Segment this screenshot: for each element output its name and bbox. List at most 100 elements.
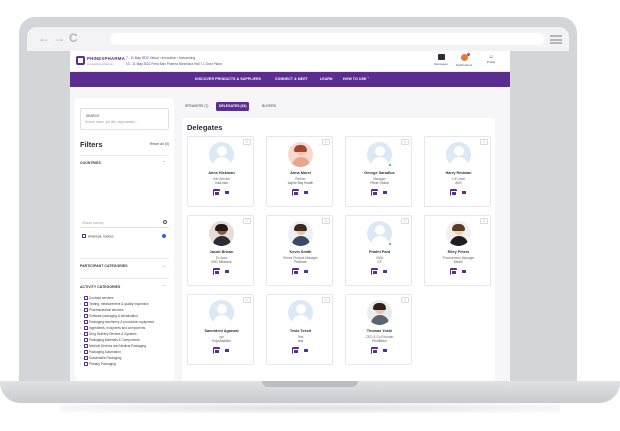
countries-section-toggle[interactable]: COUNTRIES — [80, 161, 101, 165]
delegate-card[interactable]: ☆ George Saradiuc Manager Pfizer Global — [345, 136, 412, 207]
checkbox[interactable] — [83, 362, 88, 367]
star-icon[interactable]: ☆ — [243, 139, 251, 145]
calendar-icon[interactable] — [370, 189, 378, 196]
participant-categories-toggle[interactable]: PARTICIPANT CATEGORIES — [80, 264, 128, 268]
message-icon[interactable] — [224, 347, 231, 354]
delegate-card[interactable]: ☆ Riley Peters Procurement Manager MediX — [424, 215, 491, 286]
chevron-right-icon[interactable]: › — [80, 362, 81, 366]
activity-category-item[interactable]: › Medical Devices and Medical Packaging — [80, 344, 169, 349]
calendar-icon[interactable] — [449, 189, 457, 196]
checkbox[interactable] — [83, 314, 88, 319]
checkbox[interactable] — [83, 338, 88, 343]
star-icon[interactable]: ☆ — [401, 139, 409, 145]
calendar-icon[interactable] — [291, 347, 299, 354]
calendar-icon[interactable] — [370, 268, 378, 275]
chevron-right-icon[interactable]: › — [80, 296, 81, 300]
activity-category-item[interactable]: › Contract services — [80, 296, 169, 301]
avatar-placeholder[interactable] — [446, 142, 471, 167]
chevron-right-icon[interactable]: › — [80, 308, 81, 312]
avatar-placeholder[interactable] — [209, 142, 234, 167]
activity-category-item[interactable]: › Drug Delivery Devices & Systems — [80, 332, 169, 337]
delegate-card[interactable]: ☆ Anna Morel Partner Aspire Bay Health — [266, 136, 333, 207]
delegate-name[interactable]: Anna Morel — [267, 171, 334, 175]
calendar-icon[interactable] — [212, 268, 220, 275]
checkbox[interactable] — [83, 344, 88, 349]
message-icon[interactable] — [224, 268, 231, 275]
tab-delegates[interactable]: DELEGATES (33) — [216, 102, 250, 111]
chevron-up-icon[interactable]: ⌃ — [163, 284, 166, 289]
avatar[interactable] — [209, 221, 234, 246]
checkbox[interactable] — [82, 234, 86, 238]
address-bar[interactable] — [110, 33, 544, 45]
arrow-right-icon[interactable]: → — [53, 32, 65, 44]
checkbox[interactable] — [83, 320, 88, 325]
avatar-placeholder[interactable] — [209, 300, 234, 325]
chevron-right-icon[interactable]: › — [80, 350, 81, 354]
country-search[interactable]: Search country — [80, 218, 169, 228]
calendar-icon[interactable] — [370, 347, 378, 354]
chevron-right-icon[interactable]: › — [80, 320, 81, 324]
chevron-right-icon[interactable]: › — [80, 332, 81, 336]
chevron-right-icon[interactable]: › — [80, 344, 81, 348]
delegate-name[interactable]: George Saradiuc — [346, 171, 413, 175]
activity-category-item[interactable]: › Ingredients, excipients and components — [80, 326, 169, 331]
nav-connect[interactable]: CONNECT & MEET — [275, 77, 308, 81]
country-search-input[interactable]: Search country — [82, 221, 103, 225]
avatar[interactable] — [446, 221, 471, 246]
delegate-card[interactable]: ☆ Tesla Tessit Test test — [266, 294, 333, 365]
chevron-right-icon[interactable]: › — [80, 356, 81, 360]
activity-category-item[interactable]: › Testing, measurement & quality inspecti… — [80, 302, 169, 307]
activity-category-item[interactable]: › Software packaging & serialization — [80, 314, 169, 319]
message-icon[interactable] — [303, 189, 310, 196]
nav-discover[interactable]: DISCOVER PRODUCTS & SUPPLIERS — [195, 77, 261, 81]
star-icon[interactable]: ☆ — [480, 218, 488, 224]
chevron-up-icon[interactable]: ⌃ — [163, 160, 166, 165]
delegate-card[interactable]: ☆ Anne Hickman Info Service InfoLinks — [187, 136, 254, 207]
country-option[interactable]: Americas, Various — [82, 234, 114, 239]
delegate-name[interactable]: Tesla Tessit — [267, 329, 334, 333]
nav-how-to-use[interactable]: HOW TO USE ˇ — [343, 77, 369, 81]
calendar-icon[interactable] — [212, 189, 220, 196]
checkbox[interactable] — [83, 302, 88, 307]
chevron-right-icon[interactable]: › — [80, 314, 81, 318]
avatar[interactable] — [288, 142, 313, 167]
notifications-button[interactable]: Notifications — [453, 53, 475, 67]
message-icon[interactable] — [303, 347, 310, 354]
arrow-left-icon[interactable]: ← — [38, 32, 50, 44]
delegate-name[interactable]: Samridchi Agarwal — [188, 329, 255, 333]
checkbox[interactable] — [83, 332, 88, 337]
reset-filters-link[interactable]: Reset all (0) — [150, 142, 169, 146]
message-icon[interactable] — [303, 268, 310, 275]
star-icon[interactable]: ☆ — [401, 218, 409, 224]
tab-buyers[interactable]: BUYERS — [259, 102, 279, 111]
delegate-card[interactable]: ☆ Pradhi Pant VMA CP — [345, 215, 412, 286]
delegate-name[interactable]: Kevin Smith — [267, 250, 334, 254]
activity-categories-toggle[interactable]: ACTIVITY CATEGORIES — [80, 285, 120, 289]
delegate-card[interactable]: ☆ Thomas Yoshi CEO & Co-Founder PhotBinco — [345, 294, 412, 365]
checkbox[interactable] — [83, 326, 88, 331]
avatar[interactable] — [288, 221, 313, 246]
delegate-name[interactable]: Jacob Brown — [188, 250, 255, 254]
profile-button[interactable]: ☺ Profile — [480, 54, 502, 64]
activity-category-item[interactable]: › Primary Packaging — [80, 362, 169, 367]
activity-category-item[interactable]: › Pharmaceutical services — [80, 308, 169, 313]
message-icon[interactable] — [224, 189, 231, 196]
delegate-card[interactable]: ☆ Kevin Smith Senior Product Manager PedKar… — [266, 215, 333, 286]
message-icon[interactable] — [382, 189, 389, 196]
checkbox[interactable] — [83, 356, 88, 361]
delegate-name[interactable]: Riley Peters — [425, 250, 492, 254]
star-icon[interactable]: ☆ — [322, 218, 330, 224]
chevron-right-icon[interactable]: › — [80, 338, 81, 342]
message-icon[interactable] — [382, 347, 389, 354]
activity-category-item[interactable]: › Packaging Automation — [80, 350, 169, 355]
star-icon[interactable]: ☆ — [243, 218, 251, 224]
logo-icon[interactable] — [76, 56, 85, 65]
delegate-name[interactable]: Thomas Yoshi — [346, 329, 413, 333]
messages-button[interactable]: Messages — [430, 54, 452, 66]
star-icon[interactable]: ☆ — [243, 297, 251, 303]
chevron-right-icon[interactable]: › — [80, 326, 81, 330]
calendar-icon[interactable] — [291, 268, 299, 275]
chevron-down-icon[interactable]: ⌄ — [163, 263, 166, 268]
search-input[interactable]: Search name, job title, organization... — [85, 120, 138, 124]
activity-category-item[interactable]: › Packaging Materials & Components — [80, 338, 169, 343]
